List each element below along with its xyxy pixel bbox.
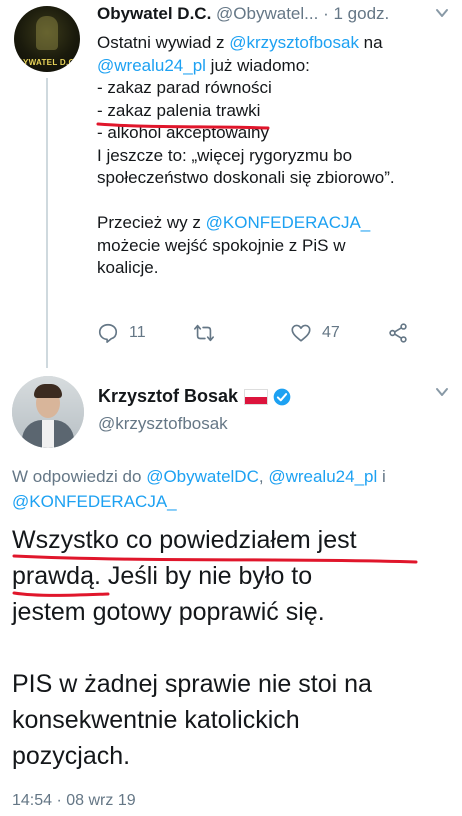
tweet-text-segment: - alkohol akceptowalny bbox=[97, 123, 269, 142]
retweet-icon bbox=[194, 324, 214, 342]
like-button[interactable]: 47 bbox=[290, 322, 340, 344]
tweet1-line: Przecież wy z @KONFEDERACJA_ bbox=[97, 212, 447, 235]
tweet-time[interactable]: 1 godz. bbox=[333, 4, 389, 23]
heart-icon bbox=[291, 324, 311, 342]
reply-button[interactable]: 11 bbox=[97, 322, 146, 344]
reply-context: W odpowiedzi do @ObywatelDC, @wrealu24_p… bbox=[12, 467, 386, 511]
tweet-text-segment: Przecież wy z bbox=[97, 213, 206, 232]
avatar-bosak[interactable] bbox=[12, 376, 84, 448]
tweet2-line: konsekwentnie katolickich bbox=[12, 706, 300, 734]
tweet-text-segment: społeczeństwo doskonali się zbiorowo”. bbox=[97, 168, 395, 187]
tweet2-body: Wszystko co powiedziałem jest prawdą. Je… bbox=[12, 522, 452, 774]
tweet1-line: społeczeństwo doskonali się zbiorowo”. bbox=[97, 167, 447, 190]
like-count: 47 bbox=[322, 324, 340, 341]
reply-handle-wrealu24[interactable]: @wrealu24_pl bbox=[268, 467, 377, 486]
tweet-text-segment: - zakaz palenia trawki bbox=[97, 100, 261, 120]
reply-icon bbox=[98, 323, 118, 343]
author-handle-bosak[interactable]: @krzysztofbosak bbox=[98, 414, 228, 434]
tweet2-line: jestem gotowy poprawić się. bbox=[12, 598, 325, 626]
tweet2-timestamp[interactable]: 14:54 · 08 wrz 19 bbox=[12, 792, 136, 810]
tweet2-line bbox=[12, 630, 452, 666]
tweet1-line: - alkohol akceptowalny bbox=[97, 122, 447, 145]
chevron-down-icon[interactable] bbox=[434, 5, 450, 21]
tweet-text-segment: Ostatni wywiad z bbox=[97, 33, 230, 52]
tweet2-header: Krzysztof Bosak bbox=[98, 386, 292, 407]
tweet1-header: Obywatel D.C. @Obywatel... · 1 godz. bbox=[97, 4, 389, 24]
verified-badge-icon bbox=[273, 388, 291, 405]
separator-dot: · bbox=[323, 4, 329, 23]
tweet-text-segment: na bbox=[358, 33, 383, 52]
tweet1-line: - zakaz parad równości bbox=[97, 77, 447, 100]
avatar-obywatel[interactable]: BYWATEL D.C. bbox=[14, 6, 80, 72]
tweet-text-segment: I jeszcze to: „więcej rygoryzmu bo bbox=[97, 145, 353, 165]
tweet2-line: prawdą. Jeśli by nie było to bbox=[12, 562, 313, 590]
tweet-text-segment: koalicje. bbox=[97, 258, 159, 277]
chevron-down-icon[interactable] bbox=[434, 384, 450, 400]
reply-handle-konfederacja[interactable]: @KONFEDERACJA_ bbox=[12, 492, 177, 511]
author-name-bosak[interactable]: Krzysztof Bosak bbox=[98, 386, 238, 407]
mention-link[interactable]: @krzysztofbosak bbox=[229, 33, 359, 52]
mention-link[interactable]: @KONFEDERACJA_ bbox=[206, 213, 371, 232]
tweet2-line: pozycjach. bbox=[12, 742, 131, 770]
share-icon bbox=[389, 323, 407, 343]
mention-link[interactable]: @wrealu24_pl bbox=[97, 56, 206, 75]
reply-count: 11 bbox=[129, 324, 146, 341]
tweet1-line: - zakaz palenia trawki bbox=[97, 100, 447, 123]
reply-handle-obywateldc[interactable]: @ObywatelDC bbox=[146, 467, 259, 486]
tweet1-actions: 11 47 bbox=[0, 322, 462, 348]
author-name[interactable]: Obywatel D.C. bbox=[97, 4, 211, 23]
tweet1-body: Ostatni wywiad z @krzysztofbosak na @wrea… bbox=[97, 32, 447, 280]
tweet1-line: koalicje. bbox=[97, 257, 447, 280]
author-handle[interactable]: @Obywatel... bbox=[216, 4, 318, 23]
tweet1-line: możecie wejść spokojnie z PiS w bbox=[97, 235, 447, 258]
tweet-text-segment: możecie wejść spokojnie z PiS w bbox=[97, 235, 346, 255]
tweet-text-segment: - zakaz parad równości bbox=[97, 78, 272, 97]
retweet-button[interactable] bbox=[193, 322, 225, 344]
share-button[interactable] bbox=[387, 322, 409, 344]
poland-flag-icon bbox=[244, 388, 269, 405]
tweet1-line bbox=[97, 190, 447, 213]
tweet1-line: I jeszcze to: „więcej rygoryzmu bo bbox=[97, 145, 447, 168]
tweet2-line: PIS w żadnej sprawie nie stoi na bbox=[12, 670, 372, 698]
tweet1-line: Ostatni wywiad z @krzysztofbosak na bbox=[97, 32, 447, 55]
tweet2-line: Wszystko co powiedziałem jest bbox=[12, 526, 357, 554]
tweet-text-segment: już wiadomo: bbox=[205, 55, 310, 75]
tweet1-line: @wrealu24_pl już wiadomo: bbox=[97, 55, 447, 78]
